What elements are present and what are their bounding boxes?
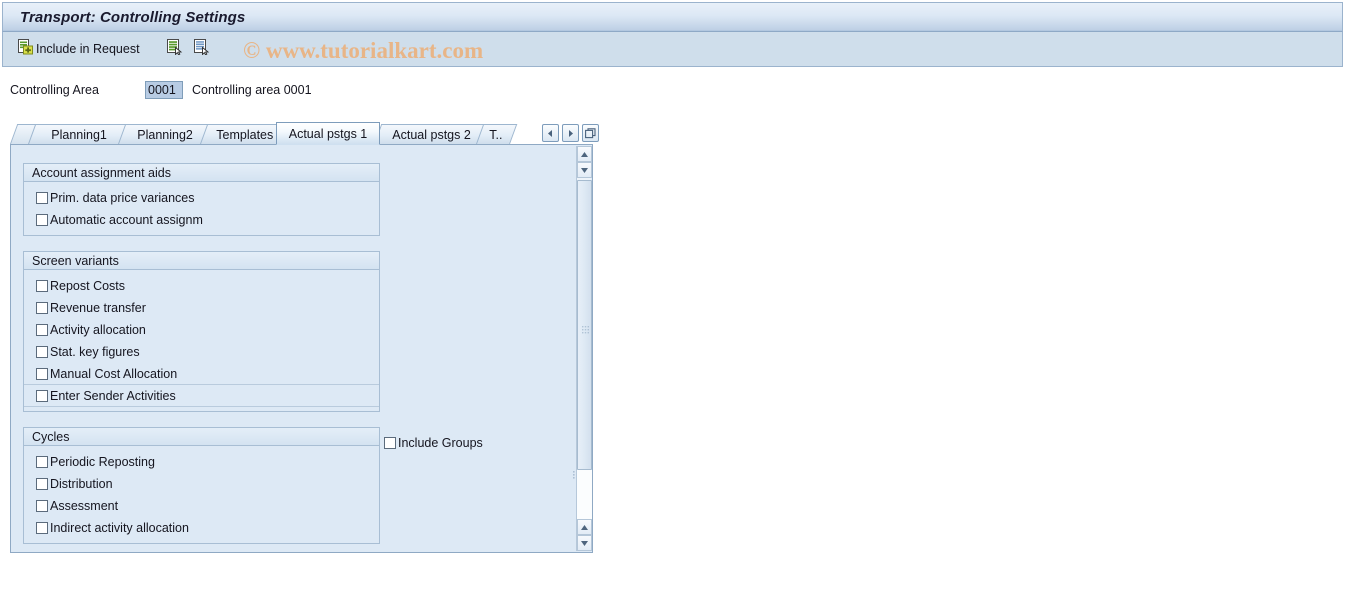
- checkbox-stat-key-figures[interactable]: [36, 346, 48, 358]
- tab-actual-pstgs-2[interactable]: Actual pstgs 2: [374, 124, 489, 144]
- checkbox-prim-data-price-variances[interactable]: [36, 192, 48, 204]
- checkbox-revenue-transfer[interactable]: [36, 302, 48, 314]
- application-toolbar: Include in Request: [2, 32, 1343, 67]
- transport-entries-button[interactable]: [166, 38, 183, 60]
- tab-t[interactable]: T..: [476, 124, 517, 144]
- tab-label: Actual pstgs 1: [286, 127, 371, 141]
- tab-prev-button[interactable]: [542, 124, 559, 142]
- scrollbar-thumb-grip: [582, 321, 589, 329]
- checkbox-row[interactable]: Prim. data price variances: [24, 187, 379, 209]
- tab-label: Planning2: [135, 128, 197, 142]
- group-body: Repost Costs Revenue transfer Activity all…: [24, 270, 379, 411]
- tab-label: Actual pstgs 2: [389, 128, 474, 142]
- tab-content-panel: Account assignment aids Prim. data price …: [10, 144, 593, 553]
- controlling-area-row: Controlling Area 0001 Controlling area 0…: [0, 78, 1355, 102]
- tab-strip: Planning1 Planning2 Templates Actual pstgs …: [10, 122, 593, 144]
- tab-label: T..: [487, 128, 506, 142]
- tab-planning1[interactable]: Planning1: [28, 124, 131, 144]
- checkbox-row[interactable]: Indirect activity allocation: [24, 517, 379, 539]
- checkbox-label: Automatic account assignm: [50, 213, 203, 227]
- checkbox-label: Revenue transfer: [50, 301, 146, 315]
- triangle-down-icon: [580, 540, 589, 547]
- group-cycles: Cycles Periodic Reposting Distribution Asse…: [23, 427, 380, 544]
- transport-entries-icon: [166, 38, 183, 60]
- group-body: Periodic Reposting Distribution Assessment…: [24, 446, 379, 543]
- tab-planning2[interactable]: Planning2: [118, 124, 213, 144]
- checkbox-label: Periodic Reposting: [50, 455, 155, 469]
- group-title: Screen variants: [32, 254, 119, 268]
- window-title-bar: Transport: Controlling Settings: [2, 2, 1343, 32]
- triangle-up-icon: [580, 524, 589, 531]
- scroll-up-top-button[interactable]: [577, 146, 592, 162]
- group-header: Cycles: [24, 428, 379, 446]
- checkbox-label: Repost Costs: [50, 279, 125, 293]
- checkbox-enter-sender-activities[interactable]: [36, 390, 48, 402]
- checkbox-row[interactable]: Periodic Reposting: [24, 451, 379, 473]
- include-in-request-button[interactable]: Include in Request: [17, 37, 140, 62]
- checkbox-indirect-activity-allocation[interactable]: [36, 522, 48, 534]
- group-screen-variants: Screen variants Repost Costs Revenue trans…: [23, 251, 380, 412]
- checkbox-row[interactable]: Automatic account assignm: [24, 209, 379, 231]
- checkbox-row[interactable]: Repost Costs: [24, 275, 379, 297]
- include-in-request-label: Include in Request: [36, 42, 140, 56]
- checkbox-label: Distribution: [50, 477, 113, 491]
- vertical-scrollbar[interactable]: [576, 146, 591, 551]
- controlling-area-description: Controlling area 0001: [192, 83, 312, 97]
- chevron-right-icon: [566, 129, 575, 138]
- checkbox-label: Enter Sender Activities: [50, 389, 176, 403]
- tab-label: Planning1: [49, 128, 111, 142]
- checkbox-automatic-account-assignm[interactable]: [36, 214, 48, 226]
- group-header: Screen variants: [24, 252, 379, 270]
- triangle-up-icon: [580, 151, 589, 158]
- controlling-area-input[interactable]: 0001: [145, 81, 183, 99]
- checkbox-periodic-reposting[interactable]: [36, 456, 48, 468]
- scroll-up-bottom-button[interactable]: [577, 519, 592, 535]
- group-body: Prim. data price variances Automatic acco…: [24, 182, 379, 235]
- scroll-down-top-button[interactable]: [577, 162, 592, 178]
- settings-form-area: Account assignment aids Prim. data price …: [12, 146, 579, 551]
- checkbox-row[interactable]: Distribution: [24, 473, 379, 495]
- checkbox-label: Indirect activity allocation: [50, 521, 189, 535]
- sap-gui-window: Transport: Controlling Settings Include …: [0, 0, 1355, 599]
- scrollbar-track[interactable]: [577, 470, 592, 519]
- group-title: Cycles: [32, 430, 70, 444]
- checkbox-activity-allocation[interactable]: [36, 324, 48, 336]
- include-groups-checkbox[interactable]: [384, 437, 396, 449]
- checkbox-assessment[interactable]: [36, 500, 48, 512]
- display-entries-icon: [193, 38, 210, 60]
- page-title: Transport: Controlling Settings: [3, 9, 245, 26]
- triangle-down-icon: [580, 167, 589, 174]
- tab-overview-icon: [585, 128, 596, 139]
- include-groups-checkbox-row[interactable]: Include Groups: [384, 436, 483, 450]
- checkbox-row[interactable]: Stat. key figures: [24, 341, 379, 363]
- group-account-assignment-aids: Account assignment aids Prim. data price …: [23, 163, 380, 236]
- checkbox-manual-cost-allocation[interactable]: [36, 368, 48, 380]
- checkbox-label: Prim. data price variances: [50, 191, 195, 205]
- checkbox-label: Manual Cost Allocation: [50, 367, 177, 381]
- checkbox-row[interactable]: Assessment: [24, 495, 379, 517]
- chevron-left-icon: [546, 129, 555, 138]
- scrollbar-thumb[interactable]: [577, 180, 592, 470]
- checkbox-row[interactable]: Manual Cost Allocation: [24, 363, 379, 385]
- checkbox-label: Activity allocation: [50, 323, 146, 337]
- checkbox-distribution[interactable]: [36, 478, 48, 490]
- checkbox-repost-costs[interactable]: [36, 280, 48, 292]
- tab-next-button[interactable]: [562, 124, 579, 142]
- group-header: Account assignment aids: [24, 164, 379, 182]
- group-title: Account assignment aids: [32, 166, 171, 180]
- include-groups-label: Include Groups: [398, 436, 483, 450]
- checkbox-row[interactable]: Activity allocation: [24, 319, 379, 341]
- tab-actual-pstgs-1[interactable]: Actual pstgs 1: [276, 122, 380, 145]
- checkbox-label: Stat. key figures: [50, 345, 140, 359]
- include-in-request-icon: [17, 38, 34, 60]
- tab-label: Templates: [213, 128, 276, 142]
- display-entries-button[interactable]: [193, 38, 210, 60]
- checkbox-label: Assessment: [50, 499, 118, 513]
- checkbox-row[interactable]: Revenue transfer: [24, 297, 379, 319]
- tab-list-button[interactable]: [582, 124, 599, 142]
- checkbox-row[interactable]: Enter Sender Activities: [24, 385, 379, 407]
- scroll-down-bottom-button[interactable]: [577, 535, 592, 551]
- controlling-area-label: Controlling Area: [0, 83, 145, 97]
